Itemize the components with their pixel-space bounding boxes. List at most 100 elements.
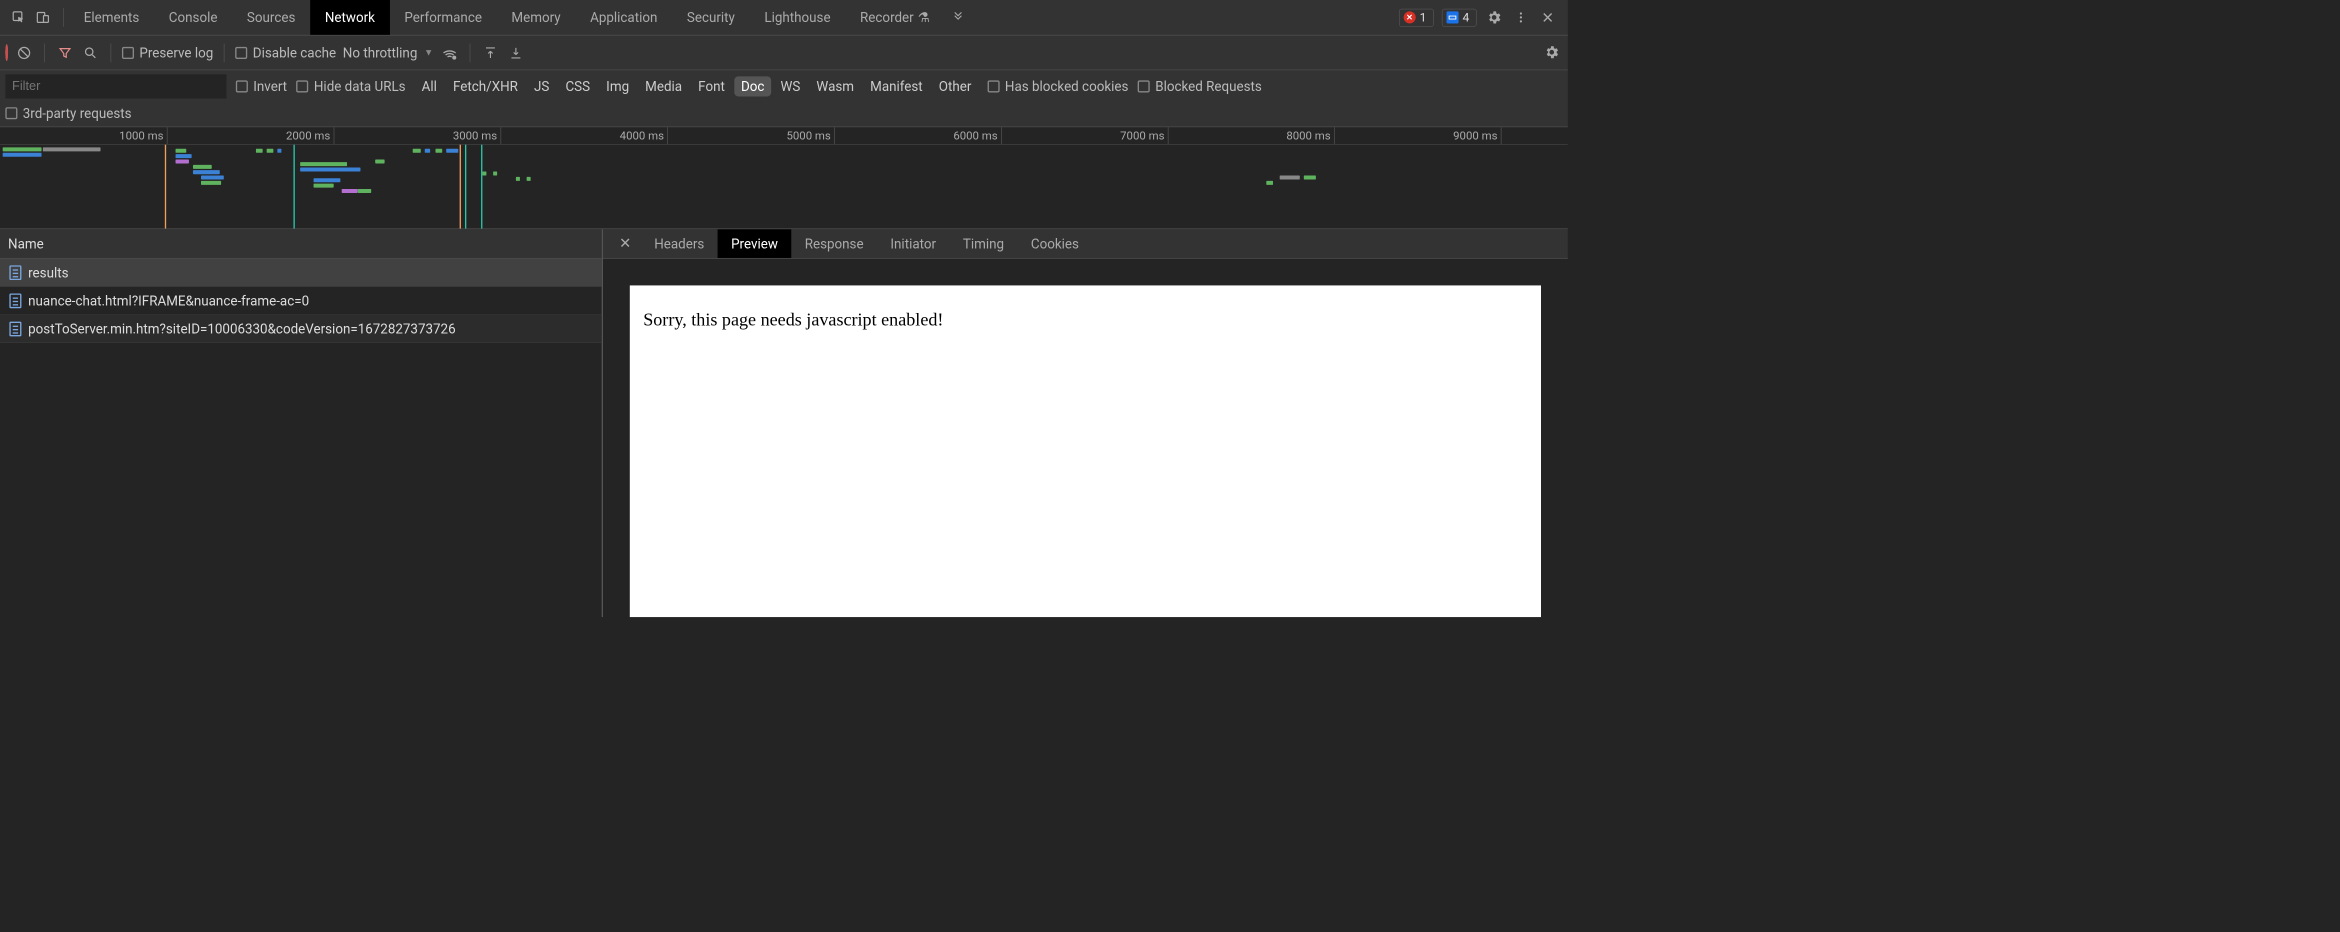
timeline-tick-label: 1000 ms — [119, 129, 163, 142]
type-filter-all[interactable]: All — [415, 76, 444, 96]
timeline-tick: 9000 ms — [1501, 127, 1502, 144]
resource-type-filters: AllFetch/XHRJSCSSImgMediaFontDocWSWasmMa… — [415, 76, 978, 96]
panel-tab-elements[interactable]: Elements — [69, 0, 154, 35]
hide-data-urls-label: Hide data URLs — [314, 78, 406, 94]
error-dot-icon: ✕ — [1403, 11, 1415, 23]
filter-icon[interactable] — [56, 43, 75, 62]
type-filter-img[interactable]: Img — [599, 76, 635, 96]
separator — [111, 43, 112, 62]
panel-tab-console[interactable]: Console — [154, 0, 232, 35]
detail-tab-cookies[interactable]: Cookies — [1017, 229, 1092, 258]
preview-pane: Sorry, this page needs javascript enable… — [603, 259, 1568, 617]
type-filter-font[interactable]: Font — [691, 76, 731, 96]
detail-tab-timing[interactable]: Timing — [949, 229, 1017, 258]
inspect-element-icon[interactable] — [9, 8, 28, 27]
network-settings-icon[interactable] — [1542, 43, 1561, 62]
type-filter-js[interactable]: JS — [527, 76, 556, 96]
devtools-tabstrip: ElementsConsoleSourcesNetworkPerformance… — [0, 0, 1568, 36]
timeline-tick-label: 7000 ms — [1120, 129, 1164, 142]
timeline-tick: 6000 ms — [1001, 127, 1002, 144]
third-party-label: 3rd-party requests — [23, 105, 132, 121]
kebab-menu-icon[interactable] — [1512, 8, 1531, 27]
flask-icon: ⚗ — [918, 9, 930, 25]
timeline-tick: 7000 ms — [1168, 127, 1169, 144]
message-icon: ▭ — [1446, 11, 1458, 23]
detail-tab-preview[interactable]: Preview — [718, 229, 792, 258]
record-button[interactable] — [5, 46, 8, 60]
timeline-tick: 3000 ms — [500, 127, 501, 144]
panel-tab-sources[interactable]: Sources — [232, 0, 310, 35]
type-filter-wasm[interactable]: Wasm — [810, 76, 861, 96]
type-filter-media[interactable]: Media — [638, 76, 688, 96]
type-filter-css[interactable]: CSS — [559, 76, 597, 96]
request-list-header[interactable]: Name — [0, 229, 602, 258]
detail-tab-response[interactable]: Response — [791, 229, 877, 258]
hide-data-urls-checkbox[interactable]: Hide data URLs — [296, 78, 405, 94]
error-badge[interactable]: ✕ 1 — [1399, 8, 1434, 26]
type-filter-doc[interactable]: Doc — [734, 76, 771, 96]
third-party-checkbox[interactable]: 3rd-party requests — [5, 105, 131, 121]
request-row[interactable]: postToServer.min.htm?siteID=10006330&cod… — [0, 315, 602, 343]
throttling-select[interactable]: No throttling ▼ — [343, 45, 434, 61]
tabstrip-right: ✕ 1 ▭ 4 — [1399, 8, 1564, 27]
timeline-tick-label: 8000 ms — [1286, 129, 1330, 142]
request-details: ✕ HeadersPreviewResponseInitiatorTimingC… — [603, 229, 1568, 617]
blocked-cookies-label: Has blocked cookies — [1005, 78, 1129, 94]
network-overview[interactable]: 1000 ms 2000 ms 3000 ms 4000 ms 5000 ms 6000 … — [0, 127, 1568, 229]
type-filter-ws[interactable]: WS — [774, 76, 807, 96]
network-toolbar: Preserve log Disable cache No throttling… — [0, 36, 1568, 71]
timeline-tick-label: 6000 ms — [953, 129, 997, 142]
document-icon — [9, 293, 21, 308]
blocked-requests-checkbox[interactable]: Blocked Requests — [1138, 78, 1262, 94]
network-conditions-icon[interactable] — [440, 43, 459, 62]
timeline-tick-label: 2000 ms — [286, 129, 330, 142]
disable-cache-checkbox[interactable]: Disable cache — [235, 45, 336, 61]
preview-document[interactable]: Sorry, this page needs javascript enable… — [630, 285, 1541, 617]
import-har-icon[interactable] — [481, 43, 500, 62]
document-icon — [9, 321, 21, 336]
request-row[interactable]: nuance-chat.html?IFRAME&nuance-frame-ac=… — [0, 287, 602, 315]
close-devtools-icon[interactable] — [1538, 8, 1557, 27]
timeline-tick-label: 3000 ms — [453, 129, 497, 142]
device-toolbar-icon[interactable] — [34, 8, 53, 27]
type-filter-other[interactable]: Other — [932, 76, 978, 96]
type-filter-manifest[interactable]: Manifest — [863, 76, 929, 96]
settings-icon[interactable] — [1485, 8, 1504, 27]
request-list: Name results nuance-chat.html?IFRAME&nuan… — [0, 229, 603, 617]
timeline-tick-label: 4000 ms — [620, 129, 664, 142]
request-name: postToServer.min.htm?siteID=10006330&cod… — [28, 321, 455, 337]
clear-icon[interactable] — [15, 43, 34, 62]
panel-tab-recorder[interactable]: Recorder⚗ — [845, 0, 944, 35]
close-details-icon[interactable]: ✕ — [610, 235, 641, 252]
separator — [224, 43, 225, 62]
search-icon[interactable] — [81, 43, 100, 62]
panel-tab-memory[interactable]: Memory — [497, 0, 576, 35]
messages-badge[interactable]: ▭ 4 — [1442, 8, 1477, 26]
detail-tab-headers[interactable]: Headers — [641, 229, 718, 258]
separator — [470, 43, 471, 62]
panel-tab-security[interactable]: Security — [672, 0, 749, 35]
tabstrip-left-icons — [4, 8, 58, 27]
panel-tab-network[interactable]: Network — [310, 0, 390, 35]
timeline-tick: 4000 ms — [667, 127, 668, 144]
export-har-icon[interactable] — [506, 43, 525, 62]
request-row[interactable]: results — [0, 259, 602, 287]
more-tabs-icon[interactable] — [948, 8, 967, 27]
panel-tab-lighthouse[interactable]: Lighthouse — [750, 0, 846, 35]
panel-tab-performance[interactable]: Performance — [390, 0, 497, 35]
preserve-log-checkbox[interactable]: Preserve log — [122, 45, 213, 61]
messages-count: 4 — [1463, 10, 1470, 24]
type-filter-fetch-xhr[interactable]: Fetch/XHR — [446, 76, 524, 96]
column-name-header: Name — [8, 236, 44, 252]
document-icon — [9, 265, 21, 280]
panel-tabs: ElementsConsoleSourcesNetworkPerformance… — [69, 0, 944, 35]
separator — [63, 8, 64, 27]
timeline-tick: 5000 ms — [834, 127, 835, 144]
separator — [44, 43, 45, 62]
filter-input[interactable] — [5, 74, 226, 98]
request-name: nuance-chat.html?IFRAME&nuance-frame-ac=… — [28, 292, 309, 308]
detail-tab-initiator[interactable]: Initiator — [877, 229, 949, 258]
invert-checkbox[interactable]: Invert — [236, 78, 287, 94]
blocked-cookies-checkbox[interactable]: Has blocked cookies — [987, 78, 1128, 94]
panel-tab-application[interactable]: Application — [575, 0, 672, 35]
